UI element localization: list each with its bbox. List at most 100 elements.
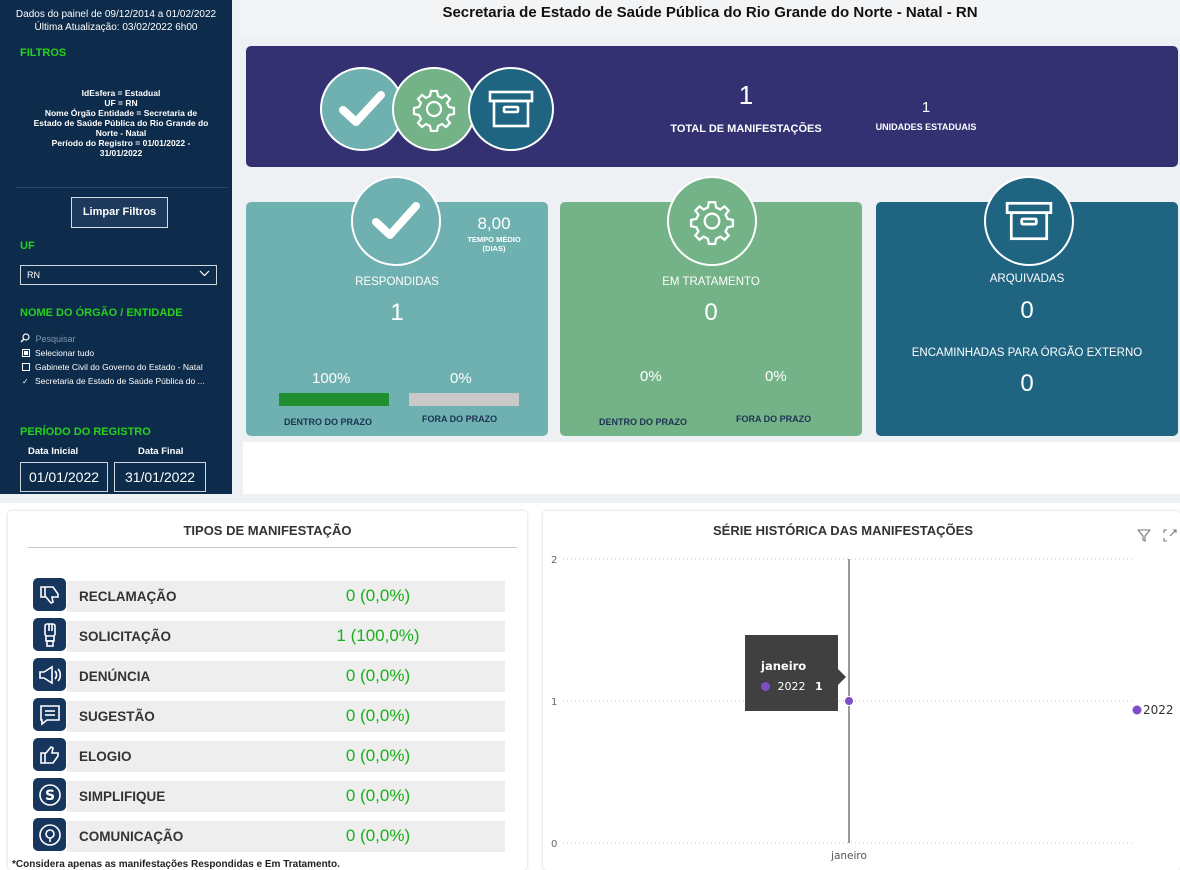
answered-label: RESPONDIDAS [355,276,439,288]
type-value: 0 (0,0%) [345,666,411,685]
out-deadline-percent: 0% [450,370,472,387]
gear-icon [392,67,476,151]
period-heading: PERÍODO DO REGISTRO [20,426,151,438]
checkbox-partial-icon [22,349,30,357]
svg-text:S: S [44,788,54,804]
filters-heading: FILTROS [20,47,67,59]
y-tick-label: 1 [551,697,557,708]
series-line-chart: 0 1 2 janeiro 2022 [551,555,1174,862]
y-tick-label: 2 [551,555,557,566]
org-heading: NOME DO ÓRGÃO / ENTIDADE [20,307,183,319]
archived-value: 0 [1020,297,1034,324]
checkbox-empty-icon [22,363,30,371]
uf-dropdown[interactable]: RN [20,265,217,285]
page-title: Secretaria de Estado de Saúde Pública do… [240,0,1180,35]
total-manifestations-label: TOTAL DE MANIFESTAÇÕES [670,123,822,135]
clear-filters-button[interactable]: Limpar Filtros [71,197,168,228]
tooltip-pointer [838,669,846,685]
state-units-value: 1 [921,99,931,116]
type-row-denuncia[interactable]: DENÚNCIA 0 (0,0%) [67,661,505,692]
uf-heading: UF [20,240,35,252]
dashboard-top-area: Dados do painel de 09/12/2014 a 01/02/20… [0,0,1180,503]
type-row-sugestao[interactable]: SUGESTÃO 0 (0,0%) [67,701,505,732]
type-name: SIMPLIFIQUE [79,789,166,804]
y-tick-label: 0 [551,839,557,850]
start-date-label: Data Inicial [28,446,79,457]
historical-series-panel: SÉRIE HISTÓRICA DAS MANIFESTAÇÕES 0 1 2 jan… [543,511,1180,870]
end-date-label: Data Final [138,446,184,457]
gear-icon [667,176,757,266]
start-date-input[interactable]: 01/01/2022 [20,462,108,492]
option-label: Gabinete Civil do Governo do Estado - Na… [35,362,203,372]
archive-box-icon [468,67,554,151]
avg-time-label: TEMPO MÉDIO (DIAS) [454,235,534,253]
type-name: SOLICITAÇÃO [79,629,171,644]
in-deadline-percent: 100% [312,370,351,387]
thumbs-up-icon [33,738,66,771]
in-deadline-bar [279,393,389,406]
external-forwarded-value: 0 [1020,370,1034,397]
spacer [243,442,1180,494]
answered-card[interactable]: 8,00 TEMPO MÉDIO (DIAS) RESPONDIDAS 1 10… [246,176,548,436]
type-name: ELOGIO [79,749,132,764]
data-range-info: Dados do painel de 09/12/2014 a 01/02/20… [0,8,232,34]
type-row-comunicacao[interactable]: COMUNICAÇÃO 0 (0,0%) [67,821,505,852]
applied-filters-summary: IdEsfera = Estadual UF = RN Nome Órgão E… [15,68,227,188]
type-name: DENÚNCIA [79,669,151,684]
tooltip-row: 2022 1 [761,680,823,693]
out-deadline-label: FORA DO PRAZO [736,414,812,424]
filter-line: UF = RN [104,98,138,108]
divider [28,547,517,548]
type-value: 0 (0,0%) [345,706,411,725]
in-deadline-bar-fill [279,393,389,406]
totals-banner: 1 TOTAL DE MANIFESTAÇÕES 1 UNIDADES ESTA… [246,46,1178,167]
avg-time-label-line: (DIAS) [482,244,506,253]
out-deadline-bar [409,393,519,406]
search-placeholder: Pesquisar [35,334,76,344]
type-row-simplifique[interactable]: SIMPLIFIQUE 0 (0,0%) [67,781,505,812]
avg-time-value: 8,00 [477,214,511,233]
uf-selected-value: RN [27,270,40,280]
archived-card[interactable]: ARQUIVADAS 0 ENCAMINHADAS PARA ÓRGÃO EXT… [876,176,1178,436]
filter-line: Nome Órgão Entidade = Secretaria de [44,108,198,118]
archive-box-icon [984,176,1074,266]
type-row-reclamacao[interactable]: RECLAMAÇÃO 0 (0,0%) [67,581,505,612]
filter-line: Norte - Natal [95,128,147,138]
in-deadline-label: DENTRO DO PRAZO [284,417,373,427]
tooltip-title: janeiro [761,659,807,673]
thumbs-down-icon [33,578,66,611]
footnote: *Considera apenas as manifestações Respo… [12,859,340,870]
archived-label: ARQUIVADAS [989,273,1065,285]
org-search-field[interactable]: Pesquisar [20,333,230,344]
tooltip-value: 1 [815,680,823,693]
type-row-elogio[interactable]: ELOGIO 0 (0,0%) [67,741,505,772]
avg-time-label-line: TEMPO MÉDIO [467,235,521,244]
checkmark-icon: ✓ [22,377,29,386]
type-name: COMUNICAÇÃO [79,829,184,844]
in-progress-value: 0 [704,299,718,326]
type-value: 0 (0,0%) [345,746,411,765]
last-update-text: Última Atualização: 03/02/2022 6h00 [34,22,198,33]
total-manifestations-value: 1 [738,80,754,110]
filter-line: IdEsfera = Estadual [81,88,161,98]
org-option-select-all[interactable]: Selecionar tudo [22,348,94,358]
communication-icon [33,818,66,851]
tooltip-series-dot [761,682,770,691]
end-date-input[interactable]: 31/01/2022 [114,462,206,492]
org-option-gabinete[interactable]: Gabinete Civil do Governo do Estado - Na… [22,362,203,372]
type-name: RECLAMAÇÃO [79,589,177,604]
in-progress-card[interactable]: EM TRATAMENTO 0 0% 0% DENTRO DO PRAZO FO… [560,176,862,436]
type-row-solicitacao[interactable]: SOLICITAÇÃO 1 (100,0%) [67,621,505,652]
chart-tooltip: janeiro 2022 1 [745,635,846,711]
filter-sidebar: Dados do painel de 09/12/2014 a 01/02/20… [0,0,232,494]
type-value: 1 (100,0%) [336,626,420,645]
tooltip-series-name: 2022 [777,680,806,693]
org-option-secretaria[interactable]: ✓ Secretaria de Estado de Saúde Pública d… [22,376,205,386]
filter-line: 31/01/2022 [99,148,143,158]
in-deadline-label: DENTRO DO PRAZO [599,417,688,427]
data-range-text: Dados do painel de 09/12/2014 a 01/02/20… [15,9,217,20]
in-deadline-percent: 0% [640,368,662,385]
out-deadline-percent: 0% [765,368,787,385]
option-label: Secretaria de Estado de Saúde Pública do… [35,376,205,386]
data-point [844,696,854,706]
